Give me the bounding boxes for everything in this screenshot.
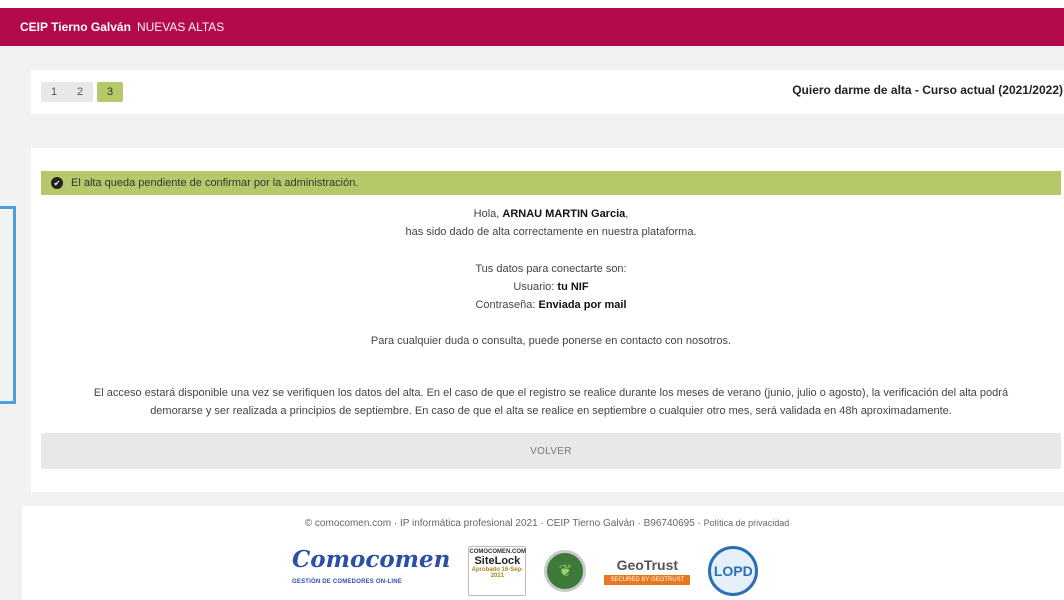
side-highlight	[0, 206, 16, 404]
comocomen-logo-sub: GESTIÓN DE COMEDORES ON-LINE	[292, 579, 402, 585]
step-3-active[interactable]: 3	[97, 82, 123, 102]
comocomen-logo[interactable]: Comocomen GESTIÓN DE COMEDORES ON-LINE	[292, 546, 451, 593]
greeting-hello: Hola,	[473, 208, 500, 220]
step-1[interactable]: 1	[41, 82, 67, 102]
access-notice: El acceso estará disponible una vez se v…	[41, 384, 1061, 420]
sitelock-approved: Aprobado 16-Sep-2021	[471, 567, 524, 579]
geotrust-bar: SECURED BY GEOTRUST	[604, 575, 691, 585]
footer-logos: Comocomen GESTIÓN DE COMEDORES ON-LINE C…	[292, 546, 759, 596]
notice-line1: El acceso estará disponible una vez se v…	[93, 387, 1009, 399]
user-label: Usuario:	[513, 281, 555, 293]
brand-name[interactable]: CEIP Tierno Galván	[20, 20, 131, 34]
footer: © comocomen.com · IP informática profesi…	[22, 506, 1064, 600]
confirmation-panel: ✔ El alta queda pendiente de confirmar p…	[31, 148, 1064, 492]
top-navbar: CEIP Tierno Galván NUEVAS ALTAS	[0, 0, 1064, 46]
footer-text: © comocomen.com · IP informática profesi…	[22, 518, 1064, 529]
greeting-block: Hola, ARNAU MARTIN Garcia, has sido dado…	[31, 205, 1064, 241]
password-value: Enviada por mail	[538, 299, 627, 311]
user-full-name: ARNAU MARTIN Garcia	[502, 208, 626, 220]
geotrust-badge[interactable]: GeoTrust SECURED BY GEOTRUST	[604, 557, 691, 585]
contact-text: Para cualquier duda o consulta, puede po…	[370, 335, 732, 347]
sitelock-name: SiteLock	[474, 555, 521, 567]
steps-panel: 1 2 3 Quiero darme de alta - Curso actua…	[31, 70, 1064, 114]
check-circle-icon: ✔	[51, 177, 63, 189]
copyright-text: © comocomen.com · IP informática profesi…	[304, 518, 701, 529]
success-alert: ✔ El alta queda pendiente de confirmar p…	[41, 171, 1061, 195]
comocomen-logo-text: Comocomen	[292, 546, 451, 573]
step-2[interactable]: 2	[67, 82, 93, 102]
password-label: Contraseña:	[475, 299, 536, 311]
volver-button[interactable]: VOLVER	[41, 433, 1061, 469]
credentials-block: Tus datos para conectarte son: Usuario: …	[31, 260, 1064, 314]
lopd-text: LOPD	[713, 563, 753, 579]
lopd-seal[interactable]: LOPD	[708, 546, 759, 596]
leaf-seal-icon[interactable]: ❦	[544, 550, 587, 592]
privacy-link[interactable]: Política de privacidad	[704, 518, 790, 528]
sitelock-badge[interactable]: COMOCOMEN.COM SiteLock Aprobado 16-Sep-2…	[468, 546, 527, 596]
section-title[interactable]: NUEVAS ALTAS	[137, 20, 224, 34]
notice-line2: demorarse y ser realizada a principios d…	[150, 405, 952, 417]
page-title: Quiero darme de alta - Curso actual (202…	[792, 83, 1063, 97]
greeting-comma: ,	[625, 208, 629, 220]
credentials-intro: Tus datos para conectarte son:	[475, 263, 627, 275]
user-value: tu NIF	[557, 281, 589, 293]
geotrust-name: GeoTrust	[616, 557, 679, 573]
alert-text: El alta queda pendiente de confirmar por…	[71, 177, 359, 189]
greeting-line2: has sido dado de alta correctamente en n…	[405, 226, 697, 238]
